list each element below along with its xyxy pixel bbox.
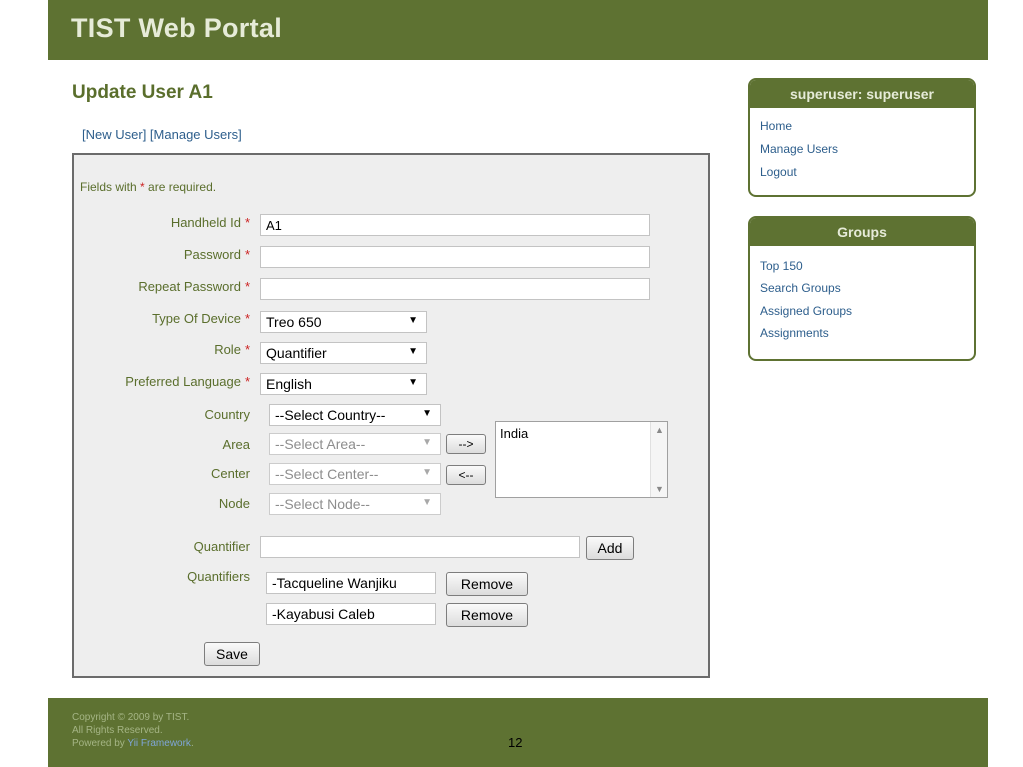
page-number: 12 xyxy=(508,735,523,750)
password-label-text: Password xyxy=(183,247,241,262)
node-select[interactable]: --Select Node-- ▼ xyxy=(269,493,441,515)
repeat-password-label-text: Repeat Password xyxy=(138,279,241,294)
area-select[interactable]: --Select Area-- ▼ xyxy=(269,433,441,455)
add-quantifier-button[interactable]: Add xyxy=(586,536,634,560)
area-label: Area xyxy=(222,437,250,452)
page-title: Update User A1 xyxy=(72,82,213,103)
required-star: * xyxy=(244,374,250,389)
required-star: * xyxy=(244,342,250,357)
password-input[interactable] xyxy=(260,246,650,268)
site-logo[interactable]: TIST Web Portal xyxy=(71,13,282,44)
role-label-text: Role xyxy=(214,342,241,357)
user-menu-title: superuser: superuser xyxy=(750,80,974,108)
required-star: * xyxy=(244,247,250,262)
bracket-separator: ] [ xyxy=(142,127,154,142)
area-value: --Select Area-- xyxy=(275,436,366,452)
chevron-down-icon: ▼ xyxy=(422,467,432,478)
type-of-device-label: Type Of Device * xyxy=(152,311,250,326)
new-user-link[interactable]: New User xyxy=(86,127,143,142)
powered-by-prefix: Powered by xyxy=(72,738,128,749)
sidebar-item-manage-users[interactable]: Manage Users xyxy=(760,142,838,156)
center-select[interactable]: --Select Center-- ▼ xyxy=(269,463,441,485)
move-left-button[interactable]: <-- xyxy=(446,465,486,485)
chevron-down-icon: ▼ xyxy=(422,497,432,508)
sidebar-item-home[interactable]: Home xyxy=(760,119,792,133)
listbox-scrollbar[interactable]: ▲ ▼ xyxy=(650,422,667,497)
list-item[interactable]: India xyxy=(500,426,528,441)
page: TIST Web Portal Update User A1 [New User… xyxy=(48,0,988,767)
required-star: * xyxy=(244,311,250,326)
repeat-password-label: Repeat Password * xyxy=(138,279,250,294)
type-of-device-select[interactable]: Treo 650 ▼ xyxy=(260,311,427,333)
type-of-device-label-text: Type Of Device xyxy=(152,311,241,326)
bracket-close: ] xyxy=(238,127,242,142)
powered-by-text: Powered by Yii Framework. xyxy=(72,738,194,749)
user-menu-box: superuser: superuser Home Manage Users L… xyxy=(748,78,976,197)
remove-quantifier-button[interactable]: Remove xyxy=(446,603,528,627)
repeat-password-input[interactable] xyxy=(260,278,650,300)
quantifier-label: Quantifier xyxy=(193,539,250,554)
role-label: Role * xyxy=(214,342,250,357)
chevron-down-icon: ▼ xyxy=(422,408,432,419)
save-button[interactable]: Save xyxy=(204,642,260,666)
groups-menu-title: Groups xyxy=(750,218,974,246)
scroll-up-icon: ▲ xyxy=(655,425,664,435)
required-note: Fields with * are required. xyxy=(80,180,216,194)
handheld-id-input[interactable] xyxy=(260,214,650,236)
chevron-down-icon: ▼ xyxy=(408,315,418,326)
center-value: --Select Center-- xyxy=(275,466,379,482)
chevron-down-icon: ▼ xyxy=(422,437,432,448)
header: TIST Web Portal xyxy=(48,0,988,60)
required-star: * xyxy=(244,215,250,230)
user-form: Fields with * are required. Handheld Id *… xyxy=(72,153,710,678)
chevron-down-icon: ▼ xyxy=(408,377,418,388)
manage-users-link[interactable]: Manage Users xyxy=(154,127,239,142)
sidebar-item-search-groups[interactable]: Search Groups xyxy=(760,281,841,295)
quantifiers-label: Quantifiers xyxy=(187,569,250,584)
copyright-text: Copyright © 2009 by TIST. xyxy=(72,712,190,723)
quantifier-name: -Kayabusi Caleb xyxy=(266,603,436,625)
preferred-language-value: English xyxy=(266,376,312,392)
role-value: Quantifier xyxy=(266,345,327,361)
sidebar-item-assignments[interactable]: Assignments xyxy=(760,326,829,340)
password-label: Password * xyxy=(184,247,250,262)
action-links: [New User] [Manage Users] xyxy=(82,127,242,142)
quantifier-name: -Tacqueline Wanjiku xyxy=(266,572,436,594)
remove-quantifier-button[interactable]: Remove xyxy=(446,572,528,596)
yii-framework-link[interactable]: Yii Framework xyxy=(127,738,191,749)
required-note-suffix: are required. xyxy=(144,180,217,194)
center-label: Center xyxy=(210,466,250,481)
handheld-id-label: Handheld Id * xyxy=(171,215,250,230)
type-of-device-value: Treo 650 xyxy=(266,314,322,330)
move-right-button[interactable]: --> xyxy=(446,434,486,454)
preferred-language-label: Preferred Language * xyxy=(125,374,250,389)
sidebar-item-top-150[interactable]: Top 150 xyxy=(760,259,803,273)
handheld-id-label-text: Handheld Id xyxy=(170,215,241,230)
quantifier-input[interactable] xyxy=(260,536,580,558)
node-value: --Select Node-- xyxy=(275,496,370,512)
country-value: --Select Country-- xyxy=(275,407,386,423)
powered-by-suffix: . xyxy=(190,738,194,749)
required-star: * xyxy=(244,279,250,294)
preferred-language-select[interactable]: English ▼ xyxy=(260,373,427,395)
sidebar-item-assigned-groups[interactable]: Assigned Groups xyxy=(760,304,852,318)
required-note-prefix: Fields with xyxy=(80,180,141,194)
scroll-down-icon: ▼ xyxy=(655,484,664,494)
country-select[interactable]: --Select Country-- ▼ xyxy=(269,404,441,426)
rights-text: All Rights Reserved. xyxy=(72,725,163,736)
sidebar-item-logout[interactable]: Logout xyxy=(760,165,797,179)
groups-menu-box: Groups Top 150 Search Groups Assigned Gr… xyxy=(748,216,976,361)
country-label: Country xyxy=(204,407,250,422)
role-select[interactable]: Quantifier ▼ xyxy=(260,342,427,364)
assigned-locations-listbox[interactable]: India ▲ ▼ xyxy=(495,421,668,498)
preferred-language-label-text: Preferred Language xyxy=(125,374,241,389)
chevron-down-icon: ▼ xyxy=(408,346,418,357)
node-label: Node xyxy=(218,496,250,511)
footer: Copyright © 2009 by TIST. All Rights Res… xyxy=(48,698,988,767)
